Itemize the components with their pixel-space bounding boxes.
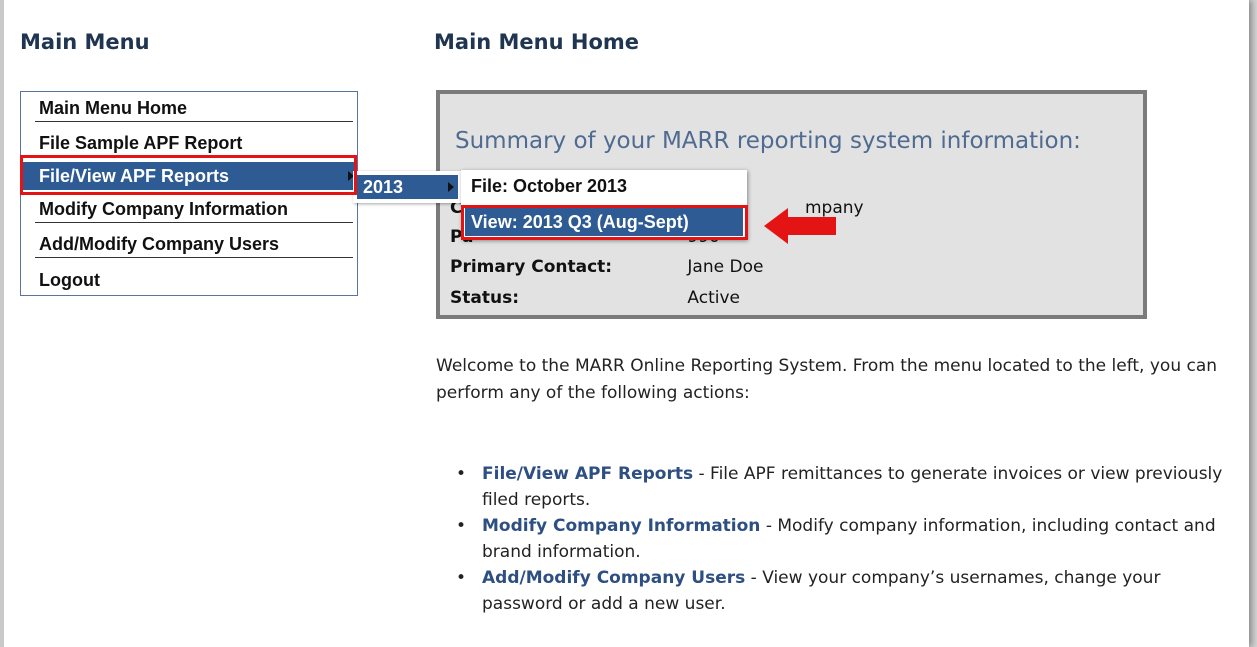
bullet-icon: • [456, 464, 467, 484]
status-label: Status: [450, 288, 519, 308]
main-menu-title: Main Menu [20, 30, 150, 54]
list-item: • Add/Modify Company Users - View your c… [456, 565, 1236, 617]
flyout-item-label: 2013 [363, 177, 404, 197]
highlight-box-apf-reports [20, 155, 357, 195]
link-add-modify-company-users[interactable]: Add/Modify Company Users [482, 568, 745, 588]
page: Main Menu Main Menu Home Main Menu Home … [0, 0, 1249, 647]
red-arrow-icon [764, 208, 836, 244]
flyout-item-2013[interactable]: 2013 [357, 175, 458, 199]
link-modify-company-information[interactable]: Modify Company Information [482, 516, 760, 536]
link-file-view-apf-reports[interactable]: File/View APF Reports [482, 464, 693, 484]
bullet-icon: • [456, 516, 467, 536]
primary-contact-value: Jane Doe [687, 257, 764, 277]
menu-item-file-sample-apf-report[interactable]: File Sample APF Report [35, 129, 353, 157]
menu-item-add-modify-company-users[interactable]: Add/Modify Company Users [35, 230, 353, 258]
menu-item-main-menu-home[interactable]: Main Menu Home [35, 94, 353, 122]
list-item: • Modify Company Information - Modify co… [456, 513, 1236, 565]
menu-item-modify-company-information[interactable]: Modify Company Information [35, 195, 353, 223]
primary-contact-label: Primary Contact: [450, 257, 613, 277]
welcome-text: Welcome to the MARR Online Reporting Sys… [436, 356, 1218, 403]
submenu-arrow-icon [448, 182, 454, 192]
highlight-box-view-q3 [461, 205, 748, 240]
summary-row-primary-contact: Primary Contact: Jane Doe [450, 257, 763, 277]
summary-row-status: Status: Active [450, 288, 740, 308]
bullet-icon: • [456, 568, 467, 588]
flyout-item-file-october-2013[interactable]: File: October 2013 [465, 172, 743, 200]
list-item: • File/View APF Reports - File APF remit… [456, 461, 1236, 513]
flyout-year-menu: 2013 [353, 171, 462, 203]
status-value: Active [687, 288, 740, 308]
summary-heading: Summary of your MARR reporting system in… [455, 128, 1081, 154]
page-title: Main Menu Home [434, 30, 640, 54]
actions-list: • File/View APF Reports - File APF remit… [456, 461, 1236, 617]
menu-item-logout[interactable]: Logout [35, 266, 353, 294]
